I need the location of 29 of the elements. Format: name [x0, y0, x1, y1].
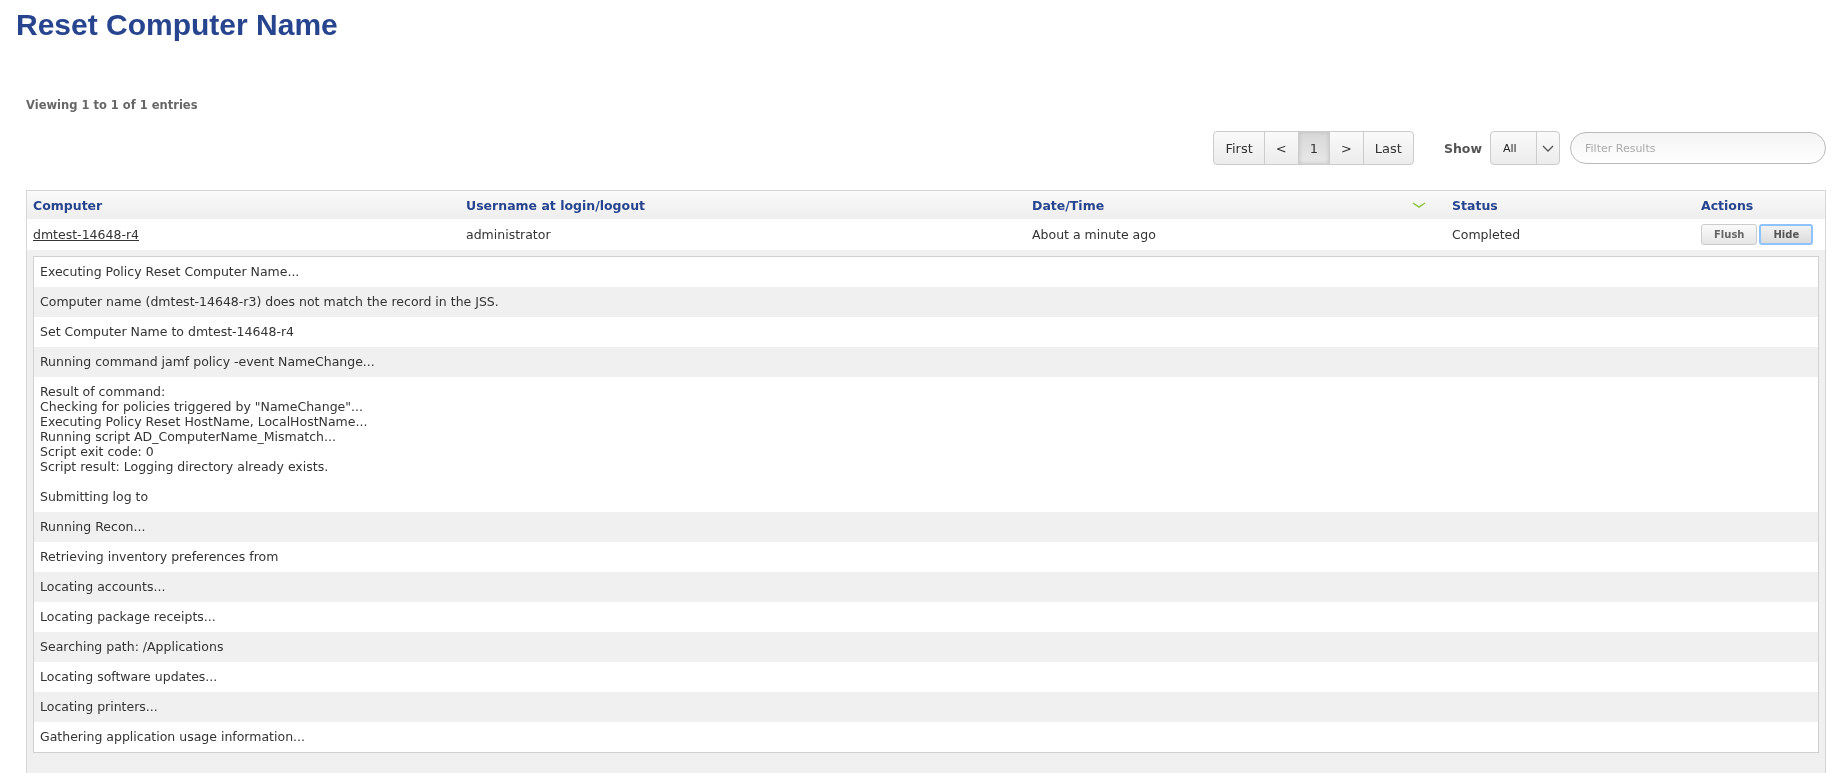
page-button[interactable]: <: [1263, 132, 1298, 164]
log-entry: Searching path: /Applications: [34, 632, 1818, 662]
computer-link[interactable]: dmtest-14648-r4: [33, 227, 466, 242]
log-entry: Locating printers...: [34, 692, 1818, 722]
column-header[interactable]: Username at login/logout: [466, 197, 1032, 213]
page-button[interactable]: 1: [1297, 132, 1329, 164]
table-cell-text: administrator: [466, 227, 552, 242]
action-button[interactable]: Hide: [1759, 224, 1814, 245]
action-button[interactable]: Flush: [1701, 224, 1758, 245]
entries-summary: Viewing 1 to 1 of 1 entries: [26, 98, 199, 112]
sort-chevron-icon[interactable]: [1411, 202, 1426, 208]
filter-field[interactable]: Filter Results: [1570, 132, 1826, 164]
log-entry: Running command jamf policy -event NameChange...: [34, 347, 1818, 377]
chevron-down-icon: [1542, 144, 1554, 152]
table-cell-text: Completed: [1452, 227, 1522, 242]
page-button[interactable]: >: [1328, 132, 1363, 164]
page-title: Reset Computer Name: [16, 7, 339, 43]
column-header[interactable]: Computer: [33, 197, 466, 213]
log-entry: Computer name (dmtest-14648-r3) does not match the record in the JSS.: [34, 287, 1818, 317]
log-entry: Locating accounts...: [34, 572, 1818, 602]
page-button[interactable]: First: [1214, 132, 1264, 164]
show-label: Show: [1443, 140, 1482, 156]
table-cell-text: About a minute ago: [1032, 227, 1157, 242]
log-entry: Running Recon...: [34, 512, 1818, 542]
column-header[interactable]: Actions: [1701, 197, 1825, 213]
column-header[interactable]: Date/Time: [1032, 197, 1385, 213]
show-dropdown[interactable]: All: [1490, 131, 1560, 165]
column-header[interactable]: Status: [1452, 197, 1701, 213]
page-button[interactable]: Last: [1362, 132, 1413, 164]
